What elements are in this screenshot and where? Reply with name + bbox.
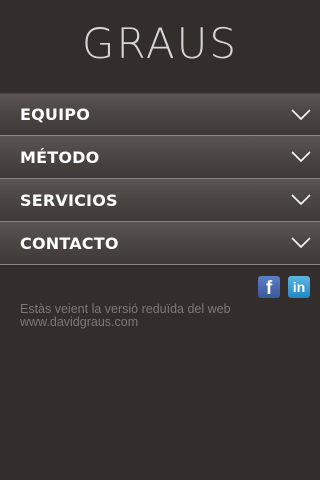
menu-item-contacto[interactable]: CONTACTO (0, 222, 320, 265)
menu-item-servicios[interactable]: SERVICIOS (0, 179, 320, 222)
logo[interactable]: GRAUS (82, 19, 238, 68)
menu-item-equipo[interactable]: EQUIPO (0, 93, 320, 136)
header: GRAUS (0, 0, 320, 93)
facebook-icon[interactable]: f (258, 276, 280, 299)
menu-item-label: EQUIPO (20, 105, 91, 124)
chevron-down-icon (291, 237, 311, 249)
main-menu: EQUIPO MÉTODO SERVICIOS CONTACTO (0, 93, 320, 265)
footer-line-website[interactable]: www.davidgraus.com (20, 316, 320, 329)
social-links: f in (0, 265, 320, 299)
menu-item-label: CONTACTO (20, 233, 119, 253)
chevron-down-icon (291, 108, 311, 120)
chevron-down-icon (291, 151, 311, 163)
page: GRAUS EQUIPO MÉTODO SERVICIOS CONTACTO f… (0, 0, 320, 480)
menu-item-label: MÉTODO (20, 147, 100, 167)
footer-note: Estàs veient la versió reduïda del web w… (0, 298, 320, 329)
menu-item-label: SERVICIOS (20, 190, 118, 210)
linkedin-icon[interactable]: in (288, 276, 310, 298)
linkedin-glyph: in (292, 279, 306, 295)
facebook-glyph: f (265, 277, 273, 299)
menu-item-metodo[interactable]: MÉTODO (0, 136, 320, 179)
chevron-down-icon (291, 194, 311, 206)
